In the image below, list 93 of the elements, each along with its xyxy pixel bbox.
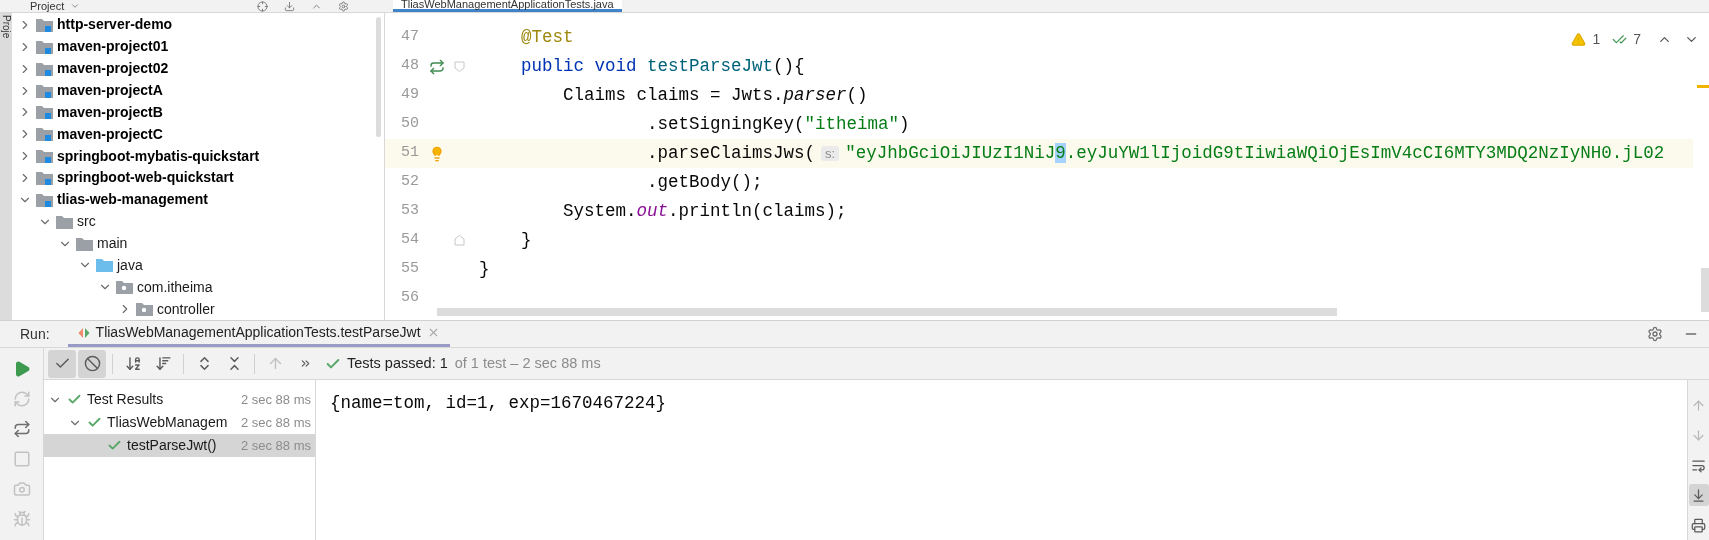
check-icon [67,392,82,407]
folder-icon [36,170,53,185]
run-test-icon[interactable] [429,58,445,75]
test-time: 2 sec 88 ms [240,413,311,432]
folder-icon [56,214,73,229]
line-number: 55 [400,259,419,280]
tree-item-label[interactable]: com.itheima [137,276,213,298]
code-line: .getBody(); [646,171,763,195]
check-icon [107,438,122,453]
tree-item-label[interactable]: java [117,254,143,276]
test-name: testParseJwt() [127,436,217,455]
tree-item-label[interactable]: http-server-demo [57,14,173,36]
sort-alpha-icon [124,355,142,372]
tree-item-label[interactable]: maven-project01 [57,36,169,58]
line-number: 50 [400,114,419,135]
tree-item-label[interactable]: tlias-web-management [57,189,208,211]
line-number: 56 [400,288,419,309]
test-result-row[interactable]: Test Results 2 sec 88 ms [44,388,315,411]
run-tab[interactable]: TliasWebManagementApplicationTests.testParseJwt [67,321,450,347]
line-number: 47 [400,27,419,48]
tree-item-label[interactable]: controller [157,298,215,320]
folder-icon [96,258,113,273]
folder-icon [36,192,53,207]
tree-item-label[interactable]: springboot-web-quickstart [57,167,234,189]
ban-icon [83,355,101,372]
status-label: Tests passed: 1 [347,353,448,373]
folder-icon [36,17,53,32]
print-icon [1691,517,1706,533]
test-name: Test Results [87,390,164,409]
line-number: 52 [400,172,419,193]
code-line: @Test [520,26,574,50]
check-icon [87,415,102,430]
console-output: {name=tom, id=1, exp=1670467224} [330,392,668,415]
line-number: 54 [400,230,419,251]
editor-tab[interactable]: TliasWebManagementApplicationTests.java [393,0,622,12]
arrow-down-icon [1691,427,1706,443]
line-number: 49 [400,85,419,106]
folder-icon [36,61,53,76]
tree-item-label[interactable]: maven-projectC [57,123,163,145]
code-line: System.out.println(claims); [562,200,847,224]
code-line: .parseClaimsJws( s: "eyJhbGciOiJIUzI1NiJ9.eyJuYW1lIjoidG9tIiwiaWQiOjEsImV4cCI6MTY3MDQ2NzIyNH0.jL02 [646,142,1665,166]
folder-icon [76,236,93,251]
code-line: .setSigningKey("itheima") [646,113,910,137]
line-number: 53 [400,201,419,222]
toolbar-button[interactable] [48,349,76,378]
settings-icon[interactable] [1647,326,1663,342]
warning-count[interactable]: 1 [1592,29,1601,50]
tree-item-label[interactable]: main [97,233,128,254]
download-icon[interactable] [284,0,295,12]
folder-icon [36,127,53,142]
code-line: } [478,258,490,282]
tree-item-label[interactable]: springboot-mybatis-quickstart [57,145,260,167]
folder-icon [36,39,53,54]
line-number: 48 [400,56,419,77]
wrap-icon [1691,457,1706,473]
scrollbar[interactable] [1701,268,1709,312]
status-detail: of 1 test – 2 sec 88 ms [454,353,601,373]
tree-item-label[interactable]: src [77,211,96,233]
warning-marker[interactable] [1697,85,1709,88]
toolbar-button[interactable] [78,349,106,378]
tool-window-stripe[interactable]: Proje [0,13,12,320]
code-line: public void testParseJwt(){ [520,55,805,79]
folder-icon [36,149,53,164]
scroll-end-icon [1691,487,1706,503]
panel-title[interactable]: Project [30,0,65,12]
caret-icon[interactable] [70,1,81,11]
code-line: } [520,229,532,253]
test-time: 2 sec 88 ms [240,436,311,455]
folder-icon [116,280,133,295]
tree-item-label[interactable]: maven-project02 [57,58,169,80]
test-result-row[interactable]: TliasWebManagem 2 sec 88 ms [44,411,315,434]
test-result-row[interactable]: testParseJwt() 2 sec 88 ms [44,434,315,457]
typo-count[interactable]: 7 [1633,29,1641,50]
repeat-icon[interactable] [12,420,31,438]
stripe-label[interactable]: Proje [0,15,12,39]
code-line: Claims claims = Jwts.parser() [562,84,868,108]
scrollbar[interactable] [376,17,381,137]
folder-icon [136,302,153,317]
folder-icon [36,83,53,98]
console-tool-button[interactable] [1688,484,1709,506]
tree-item-label[interactable]: maven-projectA [57,80,163,101]
run-label: Run: [20,324,50,344]
run-tab-label[interactable]: TliasWebManagementApplicationTests.testParseJwt [95,322,421,343]
settings-icon[interactable] [338,0,349,12]
line-number: 51 [400,143,419,164]
test-name: TliasWebManagem [107,413,228,432]
folder-icon [36,105,53,120]
test-time: 2 sec 88 ms [240,390,311,409]
scrollbar[interactable] [437,308,1337,316]
run-config-icon [77,326,90,339]
crosshair-icon[interactable] [257,0,268,12]
tree-item-label[interactable]: maven-projectB [57,101,163,123]
sort-icon [154,355,172,372]
